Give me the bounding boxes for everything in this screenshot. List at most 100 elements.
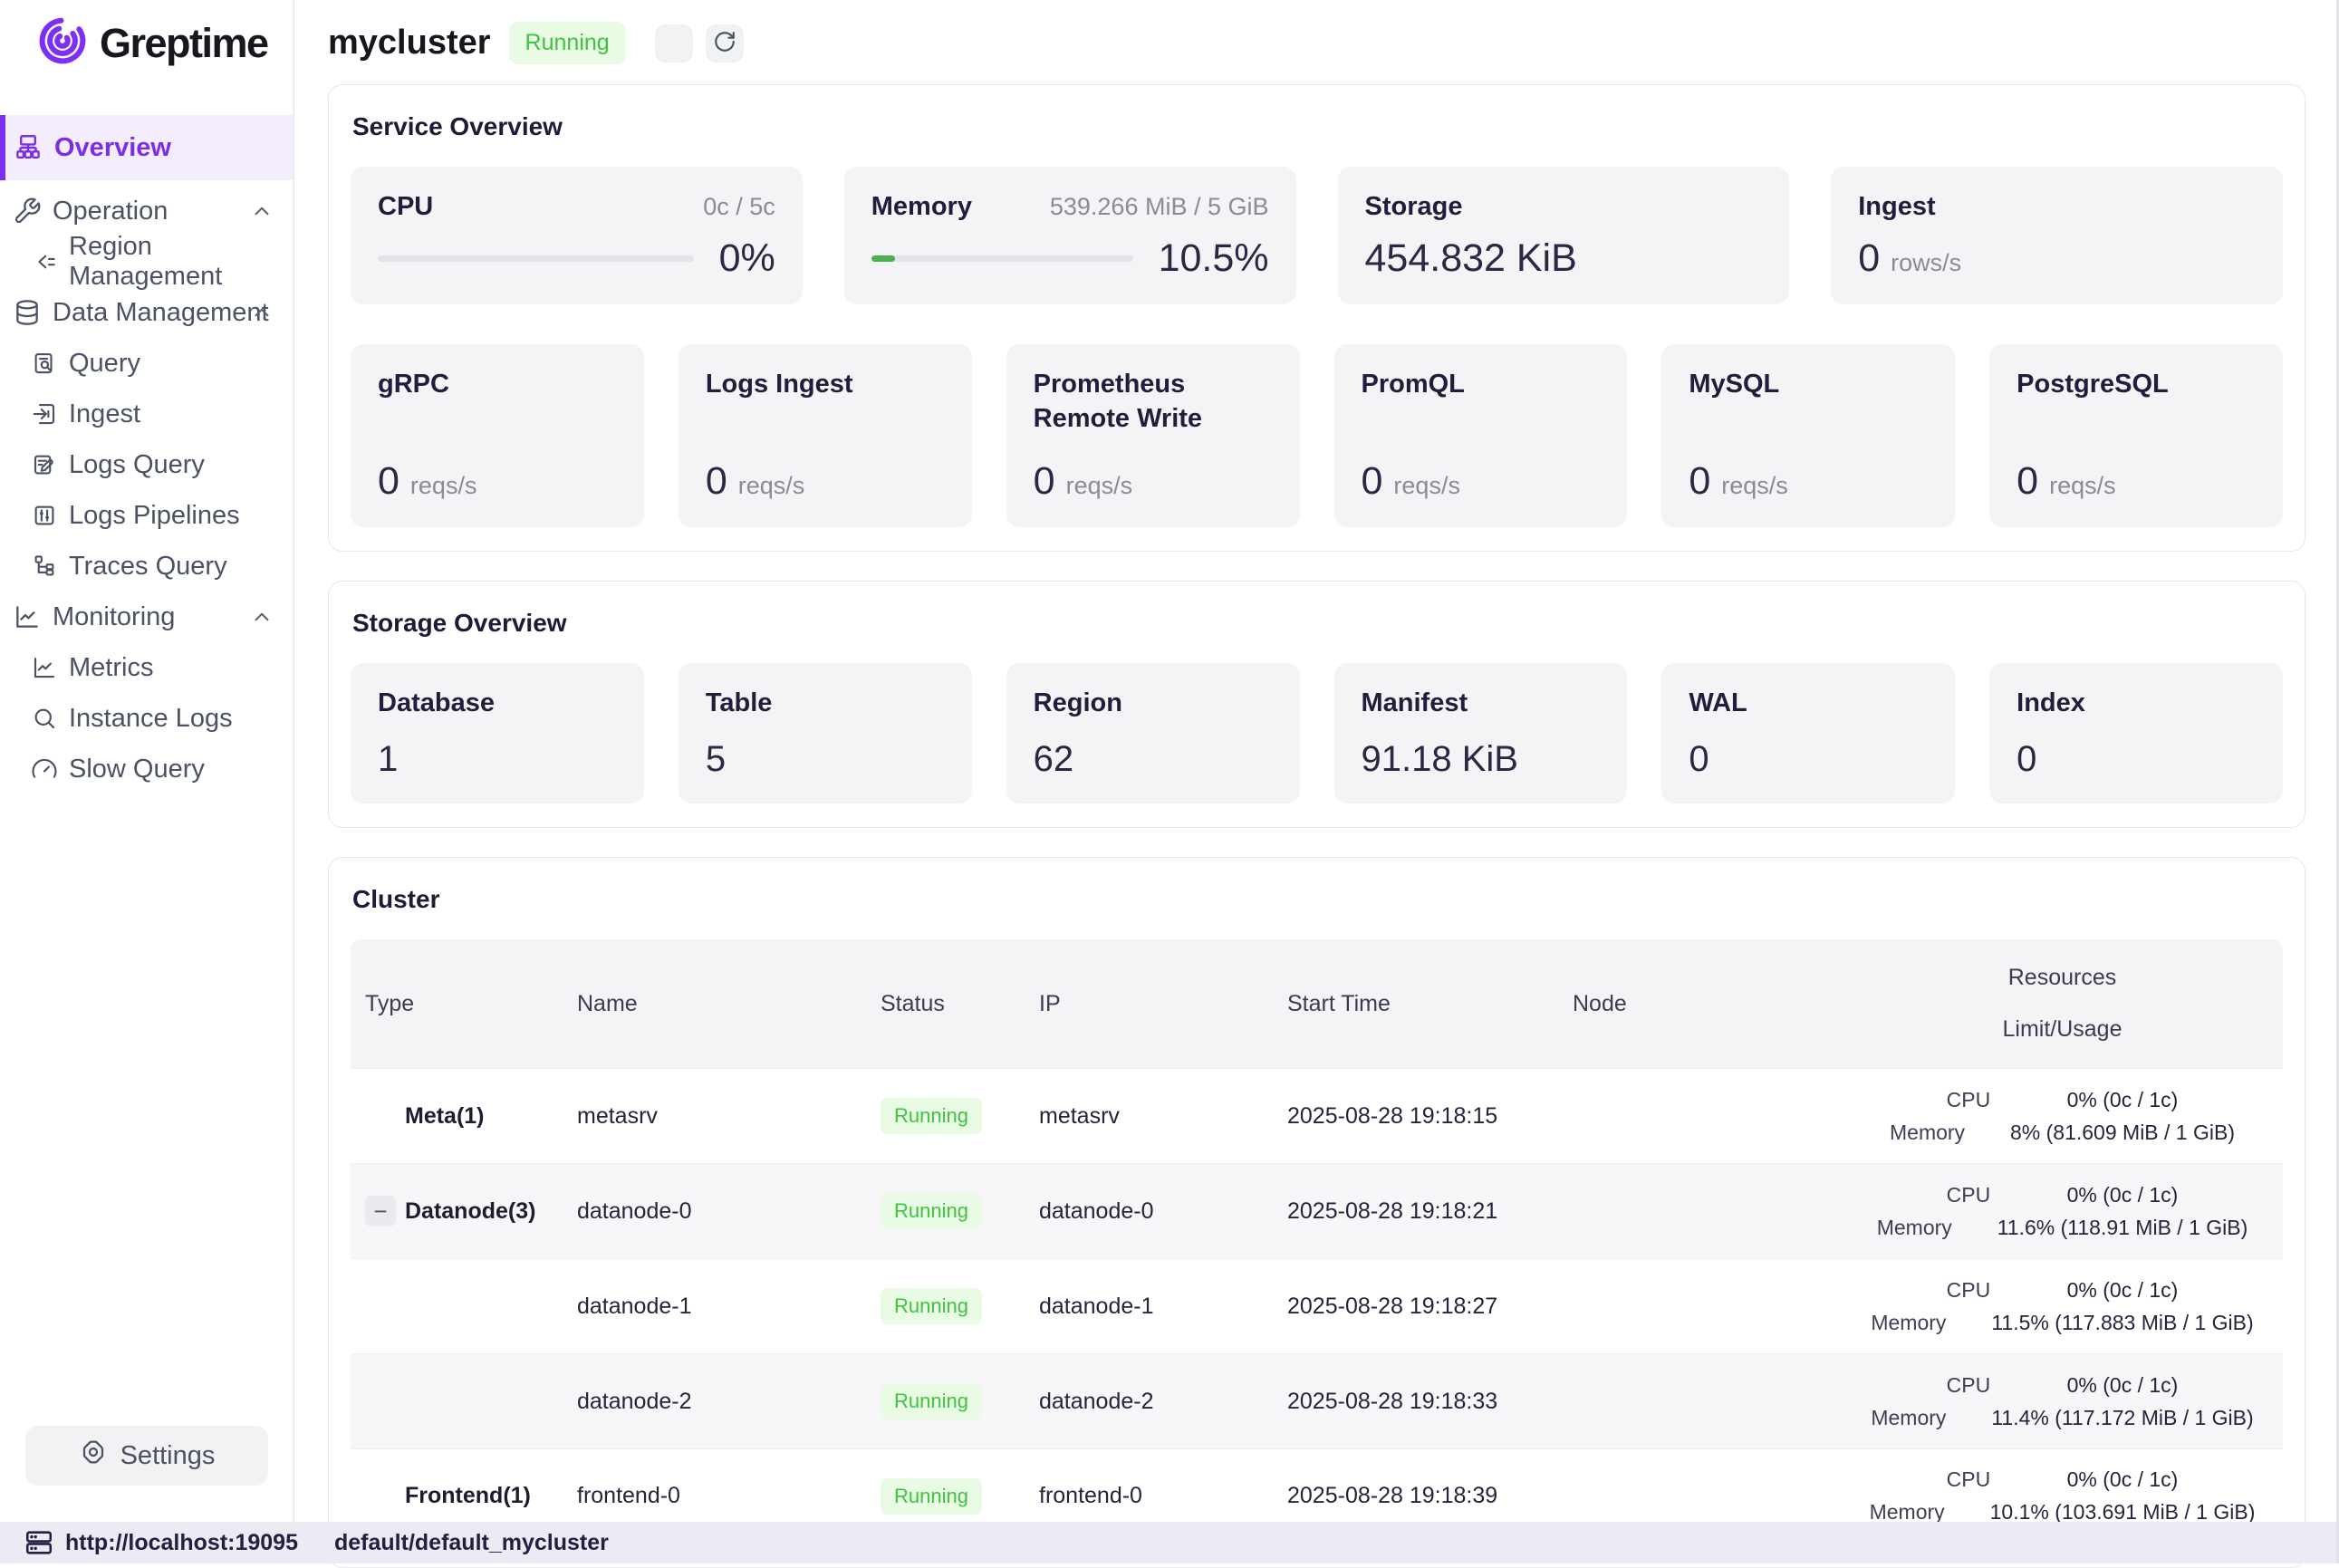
line-chart-icon: [13, 602, 42, 631]
cpu-usage-label: CPU: [1947, 1183, 2067, 1207]
sidebar-item-label: Slow Query: [69, 755, 205, 784]
sto-value: 0: [1689, 739, 1928, 780]
database-card: Database 1: [351, 663, 644, 803]
cpu-progress-bar: [378, 255, 694, 262]
sidebar-item-data-management[interactable]: Data Management: [0, 287, 294, 338]
rate-unit: reqs/s: [2049, 472, 2116, 500]
sidebar-item-label: Logs Query: [69, 450, 205, 480]
settings-label: Settings: [120, 1441, 216, 1471]
sidebar: Greptime Overview Operation: [0, 0, 294, 1522]
greptime-logo-icon: [36, 14, 89, 72]
memory-usage-label: Memory: [1871, 1406, 1991, 1430]
row-status-badge: Running: [881, 1193, 982, 1229]
chevron-up-icon: [250, 605, 274, 629]
brand-logo: Greptime: [0, 0, 294, 72]
sidebar-item-query[interactable]: Query: [0, 338, 294, 389]
sto-value: 1: [378, 739, 617, 780]
memory-limit: 539.266 MiB / 5 GiB: [1050, 193, 1269, 221]
sidebar-item-operation[interactable]: Operation: [0, 186, 294, 236]
cpu-usage-value: 0% (0c / 1c): [2067, 1278, 2179, 1303]
rate-value: 0: [1689, 459, 1710, 504]
rate-value: 0: [1034, 459, 1055, 504]
sidebar-item-ingest[interactable]: Ingest: [0, 389, 294, 439]
table-card: Table 5: [679, 663, 972, 803]
sto-label: Region: [1034, 687, 1273, 721]
refresh-button[interactable]: [706, 24, 744, 63]
row-resources: CPU0% (0c / 1c) Memory11.4% (117.172 MiB…: [1844, 1373, 2280, 1430]
box-arrow-in-icon: [31, 400, 58, 428]
manifest-card: Manifest 91.18 KiB: [1334, 663, 1628, 803]
memory-label: Memory: [871, 190, 972, 225]
index-card: Index 0: [1989, 663, 2283, 803]
sidebar-item-metrics[interactable]: Metrics: [0, 642, 294, 693]
settings-button[interactable]: Settings: [25, 1426, 268, 1486]
prometheus-remote-write-card: Prometheus Remote Write 0 reqs/s: [1006, 344, 1300, 527]
cluster-panel: Cluster Type Name Status IP Start Time N…: [328, 857, 2305, 1568]
sidebar-item-label: Monitoring: [53, 602, 175, 632]
sidebar-item-label: Instance Logs: [69, 704, 233, 734]
table-row-datanode-0: − Datanode(3) datanode-0 Running datanod…: [351, 1163, 2283, 1258]
rate-value: 0: [1362, 459, 1383, 504]
sidebar-item-label: Overview: [54, 133, 171, 163]
sidebar-item-logs-query[interactable]: Logs Query: [0, 439, 294, 490]
sidebar-item-monitoring[interactable]: Monitoring: [0, 592, 294, 642]
storage-overview-cards: Database 1 Table 5 Region 62 Manifest 91…: [351, 663, 2283, 803]
cpu-label: CPU: [378, 190, 433, 225]
memory-usage-label: Memory: [1890, 1121, 2010, 1145]
cpu-usage-label: CPU: [1947, 1467, 2067, 1492]
memory-progress-bar: [871, 255, 1133, 262]
sidebar-item-overview[interactable]: Overview: [0, 115, 294, 180]
sidebar-item-label: Data Management: [53, 298, 269, 328]
service-overview-top-cards: CPU 0c / 5c 0% Memory 539.266 MiB / 5 Gi…: [351, 167, 2283, 304]
row-name: datanode-0: [577, 1198, 881, 1225]
storage-label: Storage: [1365, 190, 1463, 225]
row-resources: CPU0% (0c / 1c) Memory8% (81.609 MiB / 1…: [1844, 1088, 2280, 1145]
mysql-card: MySQL 0 reqs/s: [1661, 344, 1955, 527]
gear-icon: [79, 1438, 108, 1474]
table-row-datanode-2: datanode-2 Running datanode-2 2025-08-28…: [351, 1353, 2283, 1448]
sto-label: Manifest: [1362, 687, 1601, 721]
row-ip: datanode-2: [1039, 1389, 1287, 1415]
sidebar-item-region-management[interactable]: Region Management: [0, 236, 294, 287]
service-overview-title: Service Overview: [352, 112, 2283, 141]
cpu-card: CPU 0c / 5c 0%: [351, 167, 803, 304]
sidebar-item-slow-query[interactable]: Slow Query: [0, 744, 294, 794]
blank-icon-button[interactable]: [655, 24, 693, 63]
rate-value: 0: [378, 459, 399, 504]
row-resources: CPU0% (0c / 1c) Memory11.6% (118.91 MiB …: [1844, 1183, 2280, 1240]
promql-card: PromQL 0 reqs/s: [1334, 344, 1628, 527]
memory-progress-fill: [871, 255, 895, 262]
row-name: frontend-0: [577, 1483, 881, 1509]
ingest-unit: rows/s: [1891, 249, 1961, 277]
cluster-table: Type Name Status IP Start Time Node Reso…: [351, 939, 2283, 1544]
column-header-type: Type: [351, 939, 577, 1068]
current-database[interactable]: default/default_mycluster: [334, 1530, 609, 1556]
sidebar-item-traces-query[interactable]: Traces Query: [0, 541, 294, 592]
row-start-time: 2025-08-28 19:18:21: [1287, 1198, 1573, 1225]
sidebar-item-label: Region Management: [69, 232, 294, 292]
sidebar-item-label: Operation: [53, 197, 168, 226]
memory-usage-value: 10.1% (103.691 MiB / 1 GiB): [1990, 1500, 2256, 1525]
server-url[interactable]: http://localhost:19095: [65, 1530, 298, 1556]
memory-card: Memory 539.266 MiB / 5 GiB 10.5%: [844, 167, 1296, 304]
cluster-table-header: Type Name Status IP Start Time Node Reso…: [351, 939, 2283, 1068]
memory-usage-label: Memory: [1877, 1216, 1997, 1240]
table-row-meta: Meta(1) metasrv Running metasrv 2025-08-…: [351, 1068, 2283, 1163]
rate-label: PromQL: [1362, 368, 1601, 402]
cpu-usage-label: CPU: [1947, 1088, 2067, 1112]
status-bar: http://localhost:19095 default/default_m…: [0, 1522, 2339, 1563]
sto-value: 62: [1034, 739, 1273, 780]
rate-label: gRPC: [378, 368, 617, 402]
collapse-datanode-button[interactable]: −: [365, 1196, 396, 1227]
service-overview-rate-cards: gRPC 0 reqs/s Logs Ingest 0 reqs/s Prome…: [351, 344, 2283, 527]
row-name: datanode-2: [577, 1389, 881, 1415]
rate-value: 0: [706, 459, 727, 504]
page-title: mycluster: [328, 24, 491, 63]
file-pen-icon: [31, 451, 58, 478]
sidebar-item-logs-pipelines[interactable]: Logs Pipelines: [0, 490, 294, 541]
sidebar-item-instance-logs[interactable]: Instance Logs: [0, 693, 294, 744]
cpu-usage-label: CPU: [1947, 1373, 2067, 1398]
sto-label: Table: [706, 687, 945, 721]
sto-value: 0: [2017, 739, 2256, 780]
column-header-name: Name: [577, 939, 881, 1068]
